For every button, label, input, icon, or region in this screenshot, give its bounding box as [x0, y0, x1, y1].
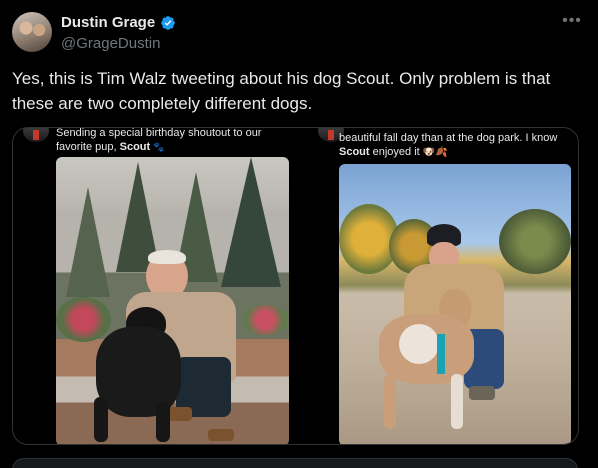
caption-line-1: beautiful fall day than at the dog park.… — [339, 132, 558, 144]
quoted-caption-right: beautiful fall day than at the dog park.… — [339, 131, 574, 160]
caption-dog-name: Scout — [339, 146, 370, 158]
quoted-image-left[interactable]: Sending a special birthday shoutout to o… — [13, 128, 296, 444]
author-handle[interactable]: @GrageDustin — [61, 35, 160, 52]
tweet-text: Yes, this is Tim Walz tweeting about his… — [12, 69, 551, 113]
quoted-avatar — [23, 128, 49, 142]
caption-line-2: Scout enjoyed it 🐶🍂 — [339, 145, 574, 160]
caption-line-1: Sending a special birthday shoutout to o… — [56, 128, 262, 139]
author-name[interactable]: Dustin Grage — [61, 14, 155, 31]
caption-dog-name: Scout — [119, 141, 151, 153]
author-name-row[interactable]: Dustin Grage — [61, 14, 176, 31]
caption-line-2: favorite pup, Scout 🐾 — [56, 140, 291, 154]
media-grid[interactable]: Sending a special birthday shoutout to o… — [12, 127, 579, 445]
next-tweet-edge — [12, 458, 578, 468]
caption-suffix: enjoyed it — [372, 146, 420, 158]
tweet-header: Dustin Grage @GrageDustin ••• — [12, 12, 586, 56]
verified-badge-icon — [161, 15, 176, 30]
walz-tan-dog-photo — [339, 164, 571, 444]
paw-emoji-icon: 🐾 — [153, 142, 165, 152]
dog-leaf-emoji-icon: 🐶🍂 — [422, 147, 448, 158]
walz-black-dog-photo — [56, 157, 289, 444]
more-options-icon[interactable]: ••• — [562, 13, 582, 34]
author-avatar[interactable] — [12, 12, 52, 52]
quoted-caption-left: Sending a special birthday shoutout to o… — [56, 128, 291, 154]
caption-prefix: favorite pup, — [56, 141, 117, 153]
